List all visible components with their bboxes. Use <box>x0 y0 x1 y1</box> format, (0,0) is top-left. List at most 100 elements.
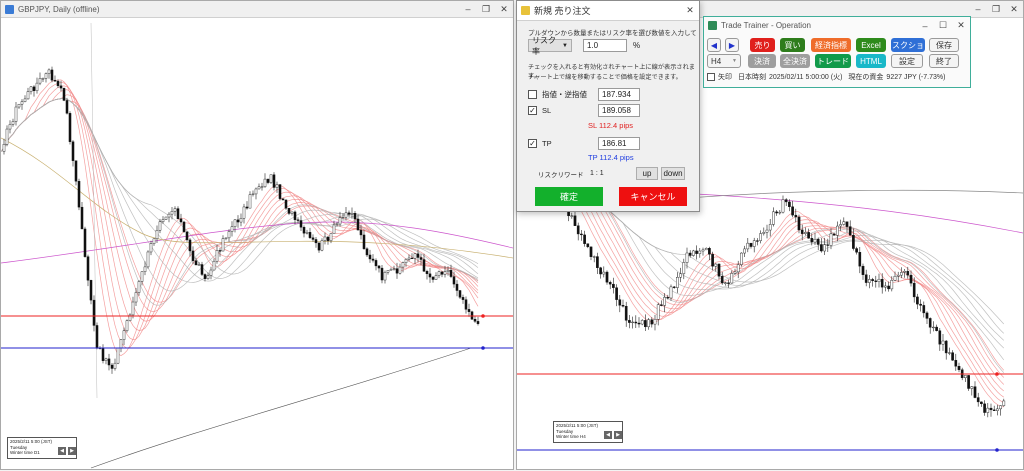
arrow-checkbox[interactable] <box>707 73 715 81</box>
prev-bar-button[interactable]: ◀ <box>58 447 66 455</box>
limit-price-input[interactable]: 187.934 <box>598 88 640 101</box>
restore-icon[interactable]: ☐ <box>934 20 952 31</box>
close-icon[interactable]: ✕ <box>495 4 513 15</box>
restore-icon[interactable]: ❐ <box>987 4 1005 15</box>
buy-button[interactable]: 買い <box>780 38 805 52</box>
up-button[interactable]: up <box>636 167 658 180</box>
trade-button[interactable]: トレード <box>815 54 851 68</box>
bull-candle <box>341 216 345 219</box>
confirm-button[interactable]: 確定 <box>535 187 603 206</box>
bear-candle <box>377 265 381 269</box>
bear-candle <box>874 280 878 282</box>
economic-indicator-button[interactable]: 経済指標 <box>811 38 851 52</box>
bull-candle <box>233 219 237 227</box>
operation-status-bar: 矢印 日本時刻 2025/02/11 5:00:00 (火) 現在の資金 922… <box>707 72 945 82</box>
timeframe-select[interactable]: H4 ▼ <box>707 54 741 68</box>
restore-icon[interactable]: ❐ <box>477 4 495 15</box>
bull-candle <box>20 101 24 105</box>
close-icon[interactable]: ✕ <box>952 20 970 31</box>
bull-candle <box>762 232 766 234</box>
bear-candle <box>431 276 435 280</box>
bull-candle <box>804 232 807 234</box>
settle-button[interactable]: 決済 <box>748 54 776 68</box>
bull-candle <box>772 211 775 225</box>
left-chart-titlebar[interactable]: GBPJPY, Daily (offline) – ❐ ✕ <box>1 1 513 18</box>
dialog-titlebar[interactable]: 新規 売り注文 ✕ <box>517 1 699 21</box>
minimize-icon[interactable]: – <box>459 4 477 14</box>
minimize-icon[interactable]: – <box>916 21 934 31</box>
bull-candle <box>161 219 165 222</box>
bull-candle <box>890 280 894 290</box>
bear-candle <box>954 360 958 367</box>
bull-candle <box>392 268 396 270</box>
tp-price-input[interactable]: 186.81 <box>598 137 640 150</box>
bear-candle <box>644 320 647 328</box>
bear-candle <box>353 213 357 220</box>
bear-candle <box>925 312 929 319</box>
bull-candle <box>682 262 686 274</box>
next-bar-button[interactable]: ▶ <box>68 447 76 455</box>
bear-candle <box>906 271 910 276</box>
bull-candle <box>724 282 727 284</box>
left-datetime-info: 2025/2/11 5:00 (JST) Tuesday Winter time… <box>7 437 77 459</box>
bull-candle <box>335 223 339 226</box>
bear-candle <box>461 297 465 300</box>
bear-candle <box>576 225 580 235</box>
left-chart-title: GBPJPY, Daily (offline) <box>18 4 100 14</box>
bear-candle <box>416 253 420 258</box>
bear-candle <box>266 178 270 183</box>
close-icon[interactable]: ✕ <box>681 5 699 16</box>
bear-candle <box>296 219 300 221</box>
prev-bar-button[interactable]: ◀ <box>604 431 612 439</box>
bear-candle <box>666 297 670 299</box>
bull-candle <box>401 262 405 268</box>
bull-candle <box>640 320 644 325</box>
bear-candle <box>756 240 759 242</box>
risk-value-input[interactable]: 1.0 <box>583 39 627 52</box>
bull-candle <box>647 319 650 328</box>
screenshot-button[interactable]: スクショ <box>891 38 925 52</box>
next-bar-button[interactable]: ▶ <box>614 431 622 439</box>
close-icon[interactable]: ✕ <box>1005 4 1023 15</box>
exit-button[interactable]: 終了 <box>929 54 959 68</box>
risk-type-select[interactable]: リスク率 ▼ <box>528 36 572 56</box>
bear-candle <box>308 232 312 238</box>
sell-button[interactable]: 売り <box>750 38 775 52</box>
left-chart-area[interactable] <box>0 18 514 469</box>
operation-app-icon <box>708 21 717 30</box>
bear-candle <box>287 208 291 214</box>
settle-all-button[interactable]: 全決済 <box>780 54 810 68</box>
save-button[interactable]: 保存 <box>929 38 959 52</box>
down-button[interactable]: down <box>661 167 685 180</box>
prev-candle-button[interactable]: ◀ <box>707 38 721 52</box>
info-season-label: Winter time <box>10 450 33 455</box>
html-button[interactable]: HTML <box>856 54 886 68</box>
bull-candle <box>5 128 9 145</box>
bear-candle <box>928 318 932 328</box>
bear-candle <box>77 181 81 208</box>
excel-button[interactable]: Excel <box>856 38 886 52</box>
bear-candle <box>852 234 855 249</box>
bull-candle <box>260 186 264 188</box>
bull-candle <box>332 224 336 234</box>
bear-candle <box>983 403 986 413</box>
bull-candle <box>164 216 168 220</box>
next-candle-button[interactable]: ▶ <box>725 38 739 52</box>
bear-candle <box>53 79 57 82</box>
cancel-button[interactable]: キャンセル <box>619 187 687 206</box>
bull-candle <box>26 91 30 100</box>
bear-candle <box>467 309 471 312</box>
operation-titlebar[interactable]: Trade Trainer - Operation – ☐ ✕ <box>704 17 970 34</box>
bull-candle <box>125 320 129 331</box>
bear-candle <box>624 306 628 321</box>
tp-checkbox[interactable]: ✓ <box>528 139 537 148</box>
settings-button[interactable]: 設定 <box>891 54 923 68</box>
limit-checkbox[interactable] <box>528 90 537 99</box>
sl-price-input[interactable]: 189.058 <box>598 104 640 117</box>
sl-checkbox[interactable]: ✓ <box>528 106 537 115</box>
bear-candle <box>589 246 593 257</box>
left-price-chart[interactable] <box>0 18 514 469</box>
minimize-icon[interactable]: – <box>969 4 987 14</box>
bull-candle <box>999 405 1002 410</box>
bear-candle <box>935 326 938 331</box>
